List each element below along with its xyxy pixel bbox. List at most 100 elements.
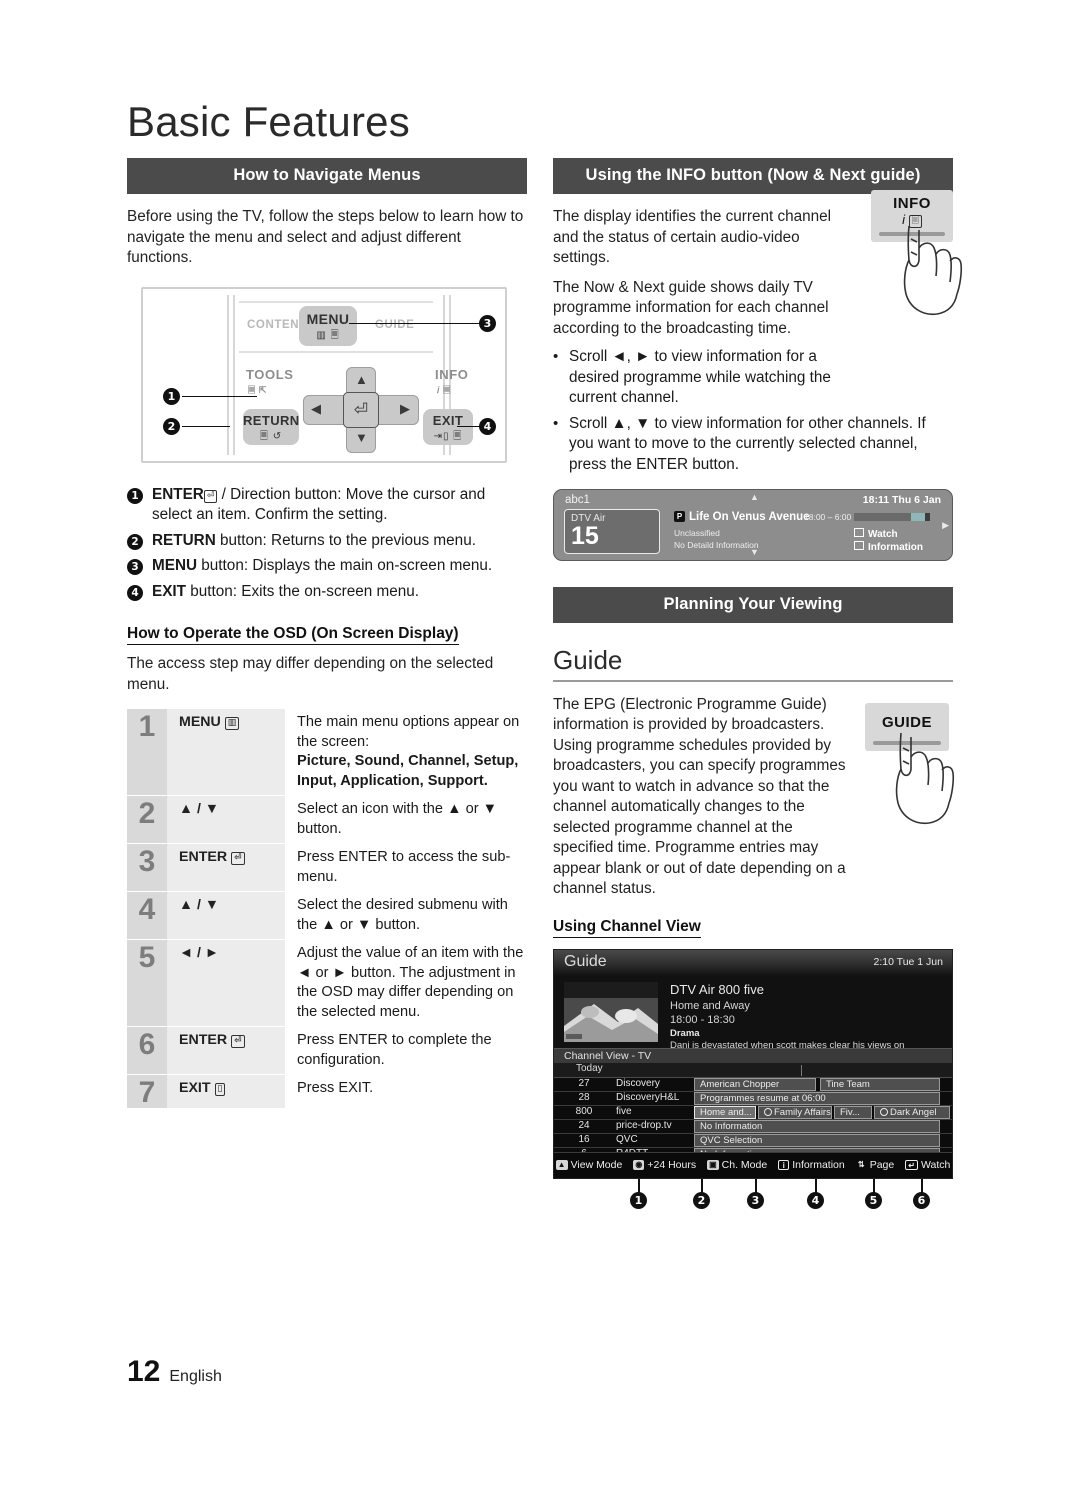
list-marker: 1 — [127, 487, 143, 504]
banner-detail: No Detaild Information — [674, 540, 759, 550]
step-description: Select the desired submenu with the ▲ or… — [297, 897, 508, 933]
information-icon — [854, 541, 864, 550]
list-item: • Scroll ◄, ► to view information for a … — [553, 347, 853, 409]
guide-heading-rule — [553, 680, 953, 682]
table-row[interactable]: 28 DiscoveryH&L Programmes resume at 06:… — [554, 1091, 952, 1106]
menu-key[interactable]: MENU ▥ 🗏 — [299, 305, 357, 346]
programme-cell-selected[interactable]: Home and... — [694, 1105, 756, 1119]
return-key[interactable]: RETURN 🗏 ↺ — [243, 408, 299, 445]
list-text: MENU button: Displays the main on-screen… — [152, 556, 492, 577]
callout-stem-6 — [921, 1178, 923, 1193]
manual-page: Basic Features How to Navigate Menus Bef… — [0, 0, 1080, 1494]
bullet-dot-icon: • — [553, 414, 559, 432]
detail-programme: Home and Away — [670, 999, 750, 1012]
step-description-text: The main menu options appear on the scre… — [297, 714, 520, 750]
step-number: 5 — [127, 940, 167, 1026]
now-next-banner-screenshot: abc1 18:11 Thu 6 Jan ▲ ▼ ▶ DTV Air 15 PL… — [553, 489, 953, 561]
programme-cell[interactable]: Programmes resume at 06:00 — [694, 1091, 940, 1105]
table-row[interactable]: 800 five Home and... Family Affairs Fiv.… — [554, 1105, 952, 1120]
step-description: Press EXIT. — [297, 1080, 374, 1096]
progress-elapsed — [854, 513, 911, 521]
detail-genre: Drama — [670, 1027, 700, 1039]
pointing-hand-icon — [895, 732, 955, 824]
footer-item-label: Page — [869, 1159, 895, 1172]
step-number: 1 — [127, 709, 167, 795]
scroll-up-icon[interactable]: ▲ — [750, 492, 759, 502]
programme-cell[interactable]: Tine Team — [820, 1077, 940, 1091]
rating-badge-icon: P — [674, 511, 685, 522]
info-paragraph-1: The display identifies the current chann… — [553, 208, 832, 266]
programme-cell[interactable]: Dark Angel — [874, 1105, 950, 1119]
footer-item-ch-mode[interactable]: ▣ Ch. Mode — [707, 1159, 767, 1171]
footer-item-information[interactable]: i Information — [778, 1159, 845, 1171]
view-mode-key-icon: ▲ — [555, 1160, 568, 1171]
osd-intro-text: The access step may differ depending on … — [127, 655, 494, 693]
channel-name: five — [616, 1105, 632, 1117]
arrow-down-icon[interactable]: ▼ — [355, 430, 368, 445]
banner-action-information[interactable]: Information — [854, 541, 923, 553]
guide-screen-screenshot: Guide 2:10 Tue 1 Jun DTV Air 800 five Ho… — [553, 948, 953, 1179]
programme-cell[interactable]: QVC Selection — [694, 1133, 940, 1147]
callout-stem-4 — [815, 1178, 817, 1193]
table-row[interactable]: 16 QVC QVC Selection — [554, 1133, 952, 1148]
programme-cell[interactable]: No Information — [694, 1119, 940, 1133]
remote-divider-mid — [239, 350, 433, 353]
callout-marker-1: 1 — [163, 387, 180, 405]
remote-control-diagram: CONTENT GUIDE MENU ▥ 🗏 TOOLS 🗏 ⇱ INFO 𝑖 … — [127, 283, 527, 469]
guide-callout-6: 6 — [913, 1191, 930, 1209]
table-row: 7 EXIT ▯ Press EXIT. — [127, 1074, 527, 1108]
table-row: 4 ▲ / ▼ Select the desired submenu with … — [127, 891, 527, 939]
programme-cells: Home and... Family Affairs Fiv... Dark A… — [694, 1105, 952, 1120]
footer-item-watch[interactable]: ↵ Watch — [905, 1159, 950, 1171]
footer-item-24-hours[interactable]: ◉ +24 Hours — [633, 1159, 696, 1171]
callout-stem-3 — [755, 1178, 757, 1193]
enter-icon: ⏎ — [231, 852, 245, 865]
programme-cells: Programmes resume at 06:00 — [694, 1091, 952, 1106]
programme-cell[interactable]: Fiv... — [834, 1105, 872, 1119]
arrow-left-icon[interactable]: ◀ — [311, 401, 321, 417]
table-row: 2 ▲ / ▼ Select an icon with the ▲ or ▼ b… — [127, 795, 527, 843]
step-key: ◄ / ► — [167, 940, 285, 1026]
plus-24-hours-key-icon: ◉ — [633, 1160, 645, 1171]
programme-cell[interactable]: American Chopper — [694, 1077, 816, 1091]
table-row[interactable]: 24 price-drop.tv No Information — [554, 1119, 952, 1134]
programme-cells: American Chopper Tine Team — [694, 1077, 952, 1092]
list-text: EXIT button: Exits the on-screen menu. — [152, 582, 419, 603]
list-item: 2 RETURN button: Returns to the previous… — [127, 531, 527, 552]
footer-item-page[interactable]: ⇅ Page — [856, 1159, 895, 1172]
clock-icon — [880, 1107, 888, 1116]
remote-rail-left-1 — [227, 294, 229, 455]
list-text: RETURN button: Returns to the previous m… — [152, 531, 476, 552]
banner-clock: 18:11 Thu 6 Jan — [862, 494, 941, 506]
list-item: 3 MENU button: Displays the main on-scre… — [127, 556, 527, 577]
enter-key[interactable]: ⏎ — [343, 391, 379, 428]
programme-cell[interactable]: Family Affairs — [758, 1105, 832, 1119]
footer-item-label: Watch — [920, 1159, 951, 1172]
step-key-label: EXIT — [179, 1080, 211, 1096]
progress-current — [911, 513, 925, 521]
table-row[interactable]: 27 Discovery American Chopper Tine Team — [554, 1077, 952, 1092]
arrow-up-icon[interactable]: ▲ — [355, 372, 368, 387]
scroll-right-icon[interactable]: ▶ — [942, 520, 949, 531]
guide-footer-toolbar: ▲ View Mode ◉ +24 Hours ▣ Ch. Mode i Inf… — [554, 1151, 952, 1178]
list-text-rest: button: Displays the main on-screen menu… — [197, 557, 493, 574]
direction-pad[interactable]: ◀ ▶ ▲ ▼ ⏎ — [303, 366, 419, 453]
banner-action-watch[interactable]: Watch — [854, 528, 898, 540]
footer-item-label: View Mode — [570, 1159, 623, 1172]
list-marker: 4 — [127, 584, 143, 601]
content-label: CONTENT — [247, 318, 307, 331]
step-description: Press ENTER to access the sub-menu. — [297, 849, 511, 885]
pointing-hand-icon — [903, 225, 963, 316]
menu-grid-icon: ▥ — [224, 717, 240, 730]
page-footer: 12 English — [127, 1355, 222, 1389]
info-paragraph-2: The Now & Next guide shows daily TV prog… — [553, 278, 829, 337]
arrow-right-icon[interactable]: ▶ — [400, 401, 410, 417]
list-text-bold: RETURN — [152, 531, 216, 549]
list-item: 4 EXIT button: Exits the on-screen menu. — [127, 582, 527, 603]
footer-item-view-mode[interactable]: ▲ View Mode — [555, 1159, 623, 1172]
bullet-dot-icon: • — [553, 348, 559, 365]
channel-number: 800 — [575, 1105, 593, 1117]
page-key-icon: ⇅ — [857, 1160, 865, 1170]
ch-mode-key-icon: ▣ — [707, 1160, 719, 1171]
channel-view-bar: Channel View - TV — [554, 1047, 952, 1063]
